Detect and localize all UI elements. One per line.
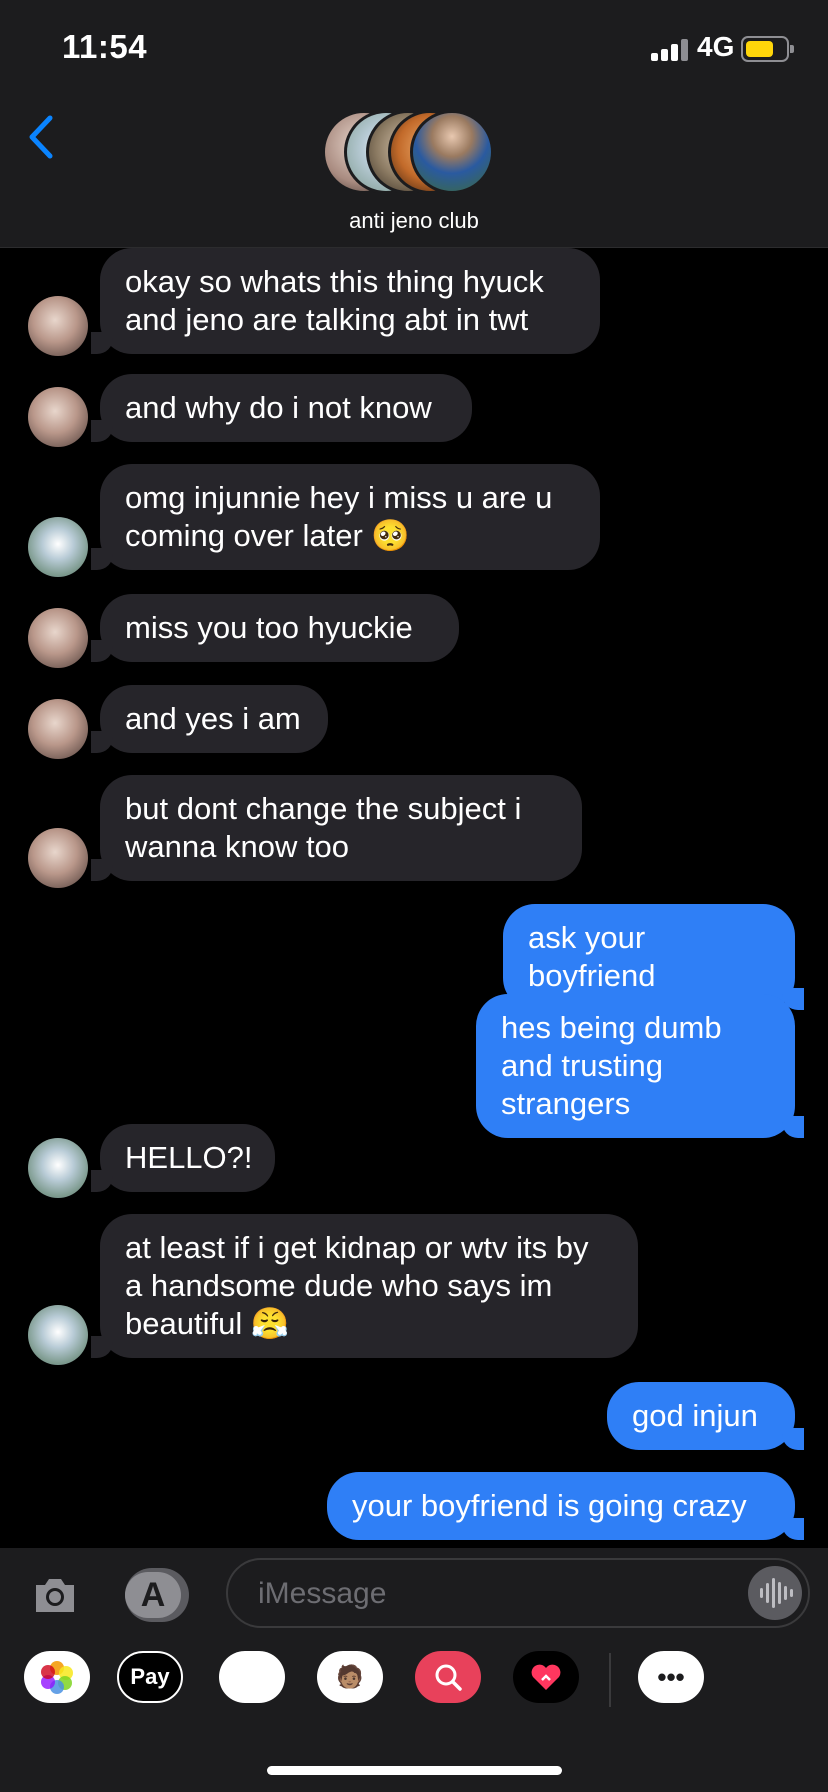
chevron-left-icon	[29, 115, 53, 159]
incoming-message[interactable]: but dont change the subject i wanna know…	[91, 775, 582, 881]
animoji-icon[interactable]: 🐵	[219, 1651, 285, 1703]
back-button[interactable]	[20, 112, 64, 162]
home-indicator[interactable]	[267, 1766, 562, 1775]
avatar[interactable]	[28, 1138, 88, 1198]
message-input-container[interactable]	[226, 1558, 810, 1628]
incoming-message[interactable]: and yes i am	[91, 685, 328, 753]
message-thread[interactable]: okay so whats this thing hyuck and jeno …	[0, 248, 828, 1548]
more-apps-icon[interactable]: •••	[638, 1651, 704, 1703]
avatar	[410, 110, 494, 194]
app-drawer-divider	[609, 1653, 611, 1707]
avatar[interactable]	[28, 1305, 88, 1365]
status-bar: 11:54 4G	[0, 0, 828, 100]
memoji-stickers-icon[interactable]: 🧑🏽	[317, 1651, 383, 1703]
composer-bar: A Pay 🐵 🧑🏽	[0, 1548, 828, 1792]
camera-button[interactable]	[30, 1570, 80, 1620]
apple-pay-icon[interactable]: Pay	[117, 1651, 183, 1703]
cellular-signal-icon	[651, 37, 691, 61]
incoming-message[interactable]: and why do i not know	[91, 374, 472, 442]
digital-touch-icon[interactable]	[513, 1651, 579, 1703]
avatar[interactable]	[28, 828, 88, 888]
message-input[interactable]	[256, 1570, 720, 1618]
avatar[interactable]	[28, 296, 88, 356]
image-search-icon[interactable]	[415, 1651, 481, 1703]
outgoing-message[interactable]: god injun	[607, 1382, 804, 1450]
outgoing-message[interactable]: your boyfriend is going crazy	[327, 1472, 804, 1540]
outgoing-message[interactable]: hes being dumb and trusting strangers	[476, 994, 804, 1138]
camera-icon	[36, 1579, 74, 1612]
app-drawer: Pay 🐵 🧑🏽 •••	[0, 1651, 828, 1721]
app-store-icon: A	[125, 1572, 181, 1618]
status-time: 11:54	[62, 28, 148, 65]
avatar[interactable]	[28, 608, 88, 668]
avatar[interactable]	[28, 517, 88, 577]
group-name[interactable]: anti jeno club	[0, 208, 828, 234]
network-type: 4G	[697, 31, 735, 62]
incoming-message[interactable]: miss you too hyuckie	[91, 594, 459, 662]
incoming-message[interactable]: at least if i get kidnap or wtv its by a…	[91, 1214, 638, 1358]
battery-icon	[741, 36, 794, 62]
conversation-header: anti jeno club	[0, 100, 828, 248]
incoming-message[interactable]: HELLO?!	[91, 1124, 275, 1192]
avatar[interactable]	[28, 699, 88, 759]
group-avatar-stack[interactable]	[322, 110, 512, 198]
incoming-message[interactable]: okay so whats this thing hyuck and jeno …	[91, 248, 600, 354]
app-store-button[interactable]: A	[125, 1568, 189, 1622]
photos-app-icon[interactable]	[24, 1651, 90, 1703]
avatar[interactable]	[28, 387, 88, 447]
incoming-message[interactable]: omg injunnie hey i miss u are u coming o…	[91, 464, 600, 570]
audio-message-button[interactable]	[748, 1566, 802, 1620]
